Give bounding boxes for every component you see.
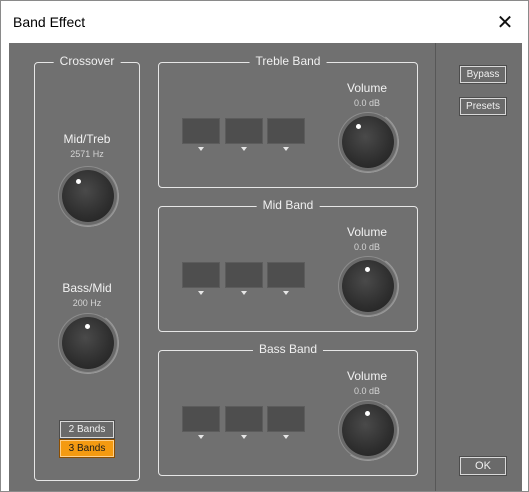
title-bar: Band Effect ✕ [1,1,528,43]
mid-treb-value: 2571 Hz [70,149,104,159]
mid-volume-value: 0.0 dB [353,242,381,252]
caret-down-icon[interactable] [198,147,204,151]
mid-volume-label: Volume [346,225,388,239]
mid-slot-1[interactable] [182,262,220,288]
two-bands-button[interactable]: 2 Bands [59,420,115,439]
treble-band-group: Treble Band Volume 0.0 dB [158,54,418,188]
mid-slot-3[interactable] [267,262,305,288]
caret-down-icon[interactable] [283,435,289,439]
window-title: Band Effect [13,14,86,30]
mid-volume-knob[interactable] [342,260,394,312]
bass-volume-label: Volume [346,369,388,383]
treble-volume-knob[interactable] [342,116,394,168]
bass-mid-value: 200 Hz [72,298,102,308]
close-icon[interactable]: ✕ [482,1,528,43]
bass-band-group: Bass Band Volume 0.0 dB [158,342,418,476]
knob-indicator-icon [365,267,370,272]
mid-band-label: Mid Band [256,198,320,212]
treble-slot-3[interactable] [267,118,305,144]
knob-indicator-icon [356,124,361,129]
mid-treb-knob[interactable] [62,170,114,222]
bypass-button[interactable]: Bypass [459,65,507,84]
caret-down-icon[interactable] [283,147,289,151]
bass-slot-2[interactable] [225,406,263,432]
treble-slot-1[interactable] [182,118,220,144]
bass-volume-knob[interactable] [342,404,394,456]
crossover-label: Crossover [53,54,121,68]
treble-band-label: Treble Band [249,54,327,68]
bass-slot-1[interactable] [182,406,220,432]
sidebar: Bypass Presets OK [435,43,522,491]
crossover-group: Crossover Mid/Treb 2571 Hz Bass/Mid 200 … [34,54,140,481]
treble-volume-label: Volume [346,81,388,95]
treble-slot-2[interactable] [225,118,263,144]
knob-indicator-icon [76,179,81,184]
caret-down-icon[interactable] [241,291,247,295]
bass-band-label: Bass Band [252,342,324,356]
mid-treb-label: Mid/Treb [63,132,111,146]
caret-down-icon[interactable] [198,435,204,439]
knob-indicator-icon [365,411,370,416]
bass-mid-label: Bass/Mid [62,281,112,295]
knob-indicator-icon [85,324,90,329]
effect-panel: Crossover Mid/Treb 2571 Hz Bass/Mid 200 … [9,43,522,491]
treble-volume-value: 0.0 dB [353,98,381,108]
presets-button[interactable]: Presets [459,97,507,116]
caret-down-icon[interactable] [241,435,247,439]
ok-button[interactable]: OK [459,456,507,476]
bass-slot-3[interactable] [267,406,305,432]
bass-volume-value: 0.0 dB [353,386,381,396]
mid-band-group: Mid Band Volume 0.0 dB [158,198,418,332]
three-bands-button[interactable]: 3 Bands [59,439,115,458]
caret-down-icon[interactable] [241,147,247,151]
caret-down-icon[interactable] [283,291,289,295]
caret-down-icon[interactable] [198,291,204,295]
band-effect-window: Band Effect ✕ Crossover Mid/Treb 2571 Hz… [0,0,529,492]
mid-slot-2[interactable] [225,262,263,288]
bass-mid-knob[interactable] [62,317,114,369]
